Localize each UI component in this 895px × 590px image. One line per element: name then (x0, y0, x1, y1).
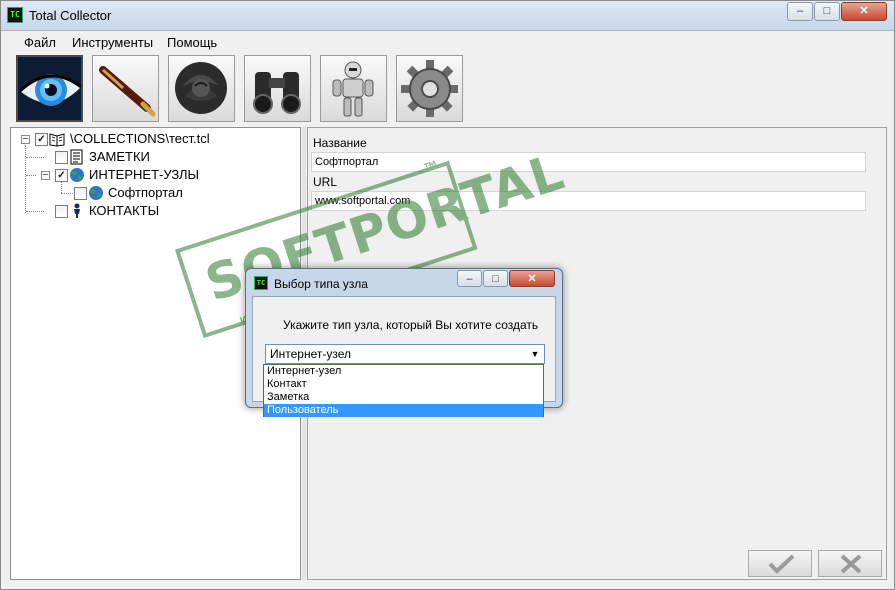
tree-line (61, 181, 62, 193)
node-type-select[interactable]: Интернет-узел ▼ (265, 344, 545, 364)
globe-icon (69, 167, 85, 183)
internet-checkbox[interactable]: ✓ (55, 169, 68, 182)
dialog-close-button[interactable]: ✕ (509, 270, 555, 287)
binoculars-icon (253, 72, 301, 114)
tree-line (26, 211, 44, 212)
dialog-maximize-button[interactable]: □ (483, 270, 508, 287)
dialog-title: Выбор типа узла (274, 277, 368, 291)
root-expander[interactable]: – (21, 135, 30, 144)
dialog-app-icon: TC (254, 276, 268, 290)
toolbar-pen-button[interactable] (92, 55, 159, 122)
dialog-minimize-button[interactable]: – (457, 270, 482, 287)
dialog-prompt: Укажите тип узла, который Вы хотите созд… (283, 318, 539, 332)
menu-help[interactable]: Помощь (167, 35, 217, 50)
title-bar[interactable]: TC Total Collector – □ ✕ (1, 1, 894, 31)
name-label: Название (313, 136, 367, 150)
toolbar-rose-button[interactable] (168, 55, 235, 122)
window-title: Total Collector (29, 8, 112, 23)
book-icon (49, 131, 65, 147)
dropdown-option-contact[interactable]: Контакт (264, 378, 543, 391)
notepad-icon (69, 149, 85, 165)
cancel-button[interactable] (818, 550, 882, 577)
ok-button[interactable] (748, 550, 812, 577)
notes-checkbox[interactable] (55, 151, 68, 164)
toolbar-robot-button[interactable] (320, 55, 387, 122)
tree-line (26, 157, 44, 158)
robot-icon (332, 61, 374, 117)
url-label: URL (313, 175, 338, 189)
dropdown-option-user[interactable]: Пользователь (264, 404, 543, 417)
check-icon (768, 554, 795, 574)
eye-icon (18, 57, 81, 120)
internet-expander[interactable]: – (41, 171, 50, 180)
tree-line (26, 175, 36, 176)
dropdown-option-internet[interactable]: Интернет-узел (264, 365, 543, 378)
rose-icon (175, 62, 227, 114)
pen-icon (99, 66, 156, 117)
toolbar-gear-button[interactable] (396, 55, 463, 122)
tree-item-softportal[interactable]: Софтпортал (108, 185, 183, 200)
softportal-checkbox[interactable] (74, 187, 87, 200)
maximize-button[interactable]: □ (814, 2, 840, 21)
url-field[interactable]: www.softportal.com (311, 191, 866, 211)
name-field[interactable]: Софтпортал (311, 152, 866, 172)
minimize-button[interactable]: – (787, 2, 813, 21)
cross-icon (840, 554, 862, 574)
chevron-down-icon[interactable]: ▼ (528, 347, 542, 361)
close-button[interactable]: ✕ (841, 2, 887, 21)
root-checkbox[interactable]: ✓ (35, 133, 48, 146)
tree-item-notes[interactable]: ЗАМЕТКИ (89, 149, 150, 164)
person-icon (69, 203, 85, 219)
node-type-dropdown-list: Интернет-узел Контакт Заметка Пользовате… (263, 364, 544, 417)
dropdown-option-note[interactable]: Заметка (264, 391, 543, 404)
gear-icon (401, 60, 458, 117)
toolbar-eye-button[interactable] (16, 55, 83, 122)
tree-item-root[interactable]: \COLLECTIONS\тест.tcl (70, 131, 210, 146)
tree-item-internet[interactable]: ИНТЕРНЕТ-УЗЛЫ (89, 167, 199, 182)
tree-item-contacts[interactable]: КОНТАКТЫ (89, 203, 159, 218)
menu-file[interactable]: Файл (24, 35, 56, 50)
toolbar-binoculars-button[interactable] (244, 55, 311, 122)
menu-tools[interactable]: Инструменты (72, 35, 153, 50)
node-type-select-value: Интернет-узел (270, 347, 351, 361)
app-icon: TC (7, 7, 23, 23)
tree-line (25, 145, 26, 213)
contacts-checkbox[interactable] (55, 205, 68, 218)
globe-icon (88, 185, 104, 201)
